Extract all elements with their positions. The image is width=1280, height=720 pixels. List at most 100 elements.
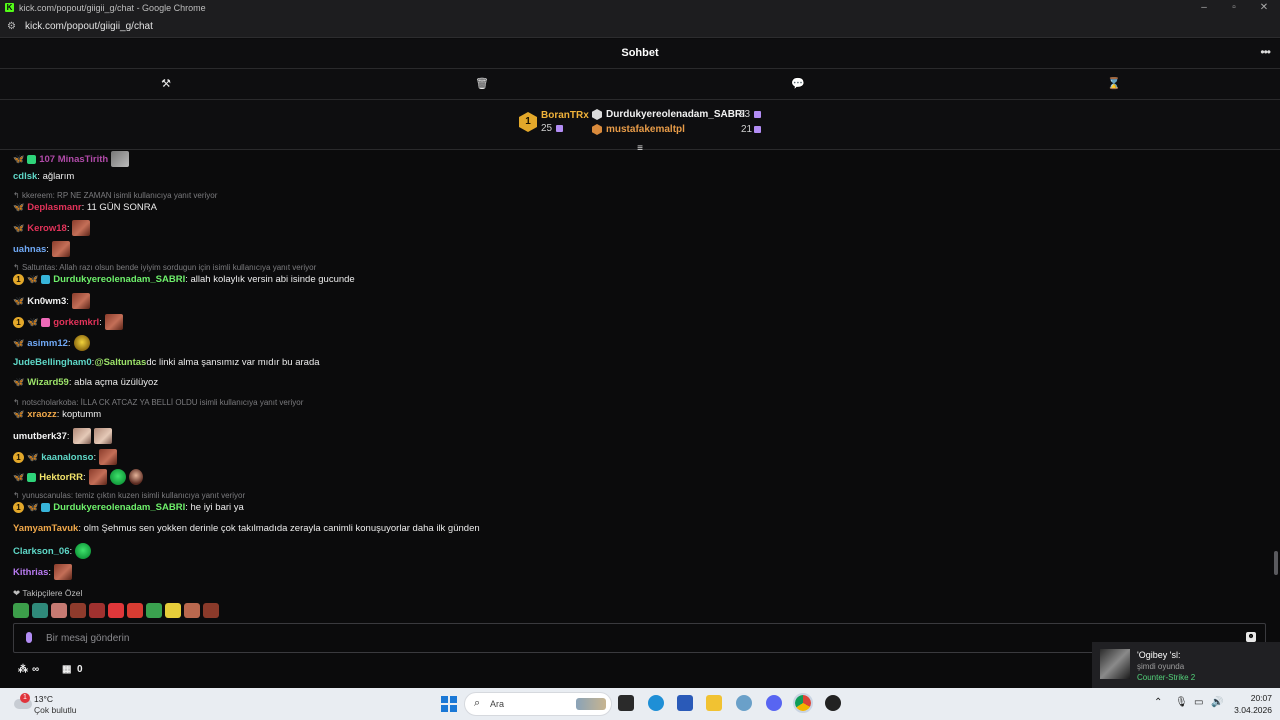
kick-logo-icon: K [5,3,14,12]
chat-message: 1 🦋 gorkemkrl : [13,314,123,330]
chat-username[interactable]: Kn0wm3 [27,296,66,307]
emote-icon[interactable] [89,603,105,618]
chat-username[interactable]: YamyamTavuk [13,523,78,534]
url-field[interactable]: kick.com/popout/giigii_g/chat [25,21,153,32]
chat-username[interactable]: Kerow18 [27,223,67,234]
chat-message: 🦋 HektorRR : [13,469,143,485]
close-window-button[interactable]: ✕ [1252,2,1276,13]
hammer-icon[interactable]: ⚒ [158,77,174,90]
chat-username[interactable]: Durdukyereolenadam_SABRI [53,274,185,285]
chat-text: : [93,451,97,463]
message-input[interactable] [46,630,1226,646]
chat-text: : ağlarım [37,171,75,182]
reply-context[interactable]: ↰ notscholarkoba: İLLA CK ATCAZ YA BELLİ… [13,398,303,407]
store-app-icon[interactable] [677,695,693,711]
weather-icon[interactable]: 1 [14,693,36,713]
emote-icon[interactable] [165,603,181,618]
chat-username[interactable]: uahnas [13,244,46,255]
rank-3-badge-icon [592,124,602,135]
chat-username[interactable]: JudeBellingham0 [13,357,92,368]
chat-username[interactable]: 107 MinasTirith [39,154,108,165]
chat-bottom-bar: ⁂ ∞ ▦ 0 [0,656,1090,684]
emote-icon[interactable] [51,603,67,618]
reply-arrow-icon: ↰ [13,491,22,500]
mention-link[interactable]: @Saltuntas [94,357,146,368]
chat-message: Clarkson_06 : [13,543,92,559]
chat-message: 🦋 Kerow18 : [13,220,91,236]
emote-icon[interactable] [13,603,29,618]
chat-message: 🦋 107 MinasTirith [13,151,130,167]
site-settings-icon[interactable]: ⚙ [7,21,16,32]
chat-username[interactable]: Clarkson_06 [13,546,70,557]
discord-icon[interactable] [766,695,782,711]
rank-badge-icon: 1 [13,451,24,463]
chat-username[interactable]: HektorRR [39,472,83,483]
search-label: Ara [490,699,505,709]
chat-username[interactable]: xraozz [27,409,57,420]
reply-context[interactable]: ↰ kkereem: RP NE ZAMAN isimli kullanıcıy… [13,191,217,200]
store-icon[interactable]: ▦ [62,664,71,675]
microphone-tray-icon[interactable]: 🎙 [1175,697,1188,708]
network-icon[interactable]: ▭ [1194,697,1203,708]
obs-icon[interactable] [825,695,841,711]
settings-gear-icon[interactable] [736,695,752,711]
emote-icon[interactable] [184,603,200,618]
emote-icon[interactable] [146,603,162,618]
chat-message: 1 🦋 kaanalonso : [13,449,118,465]
chat-username[interactable]: asimm12 [27,338,68,349]
reply-context[interactable]: ↰ Saltuntas: Allah razı olsun bende iyiy… [13,263,316,272]
trash-icon[interactable]: 🗑 [474,77,490,90]
more-options-icon[interactable]: ••• [1260,45,1271,59]
butterfly-badge-icon: 🦋 [13,153,25,164]
chat-scrollbar[interactable] [1274,551,1278,575]
emote-icon[interactable] [203,603,219,618]
emote-icon [51,241,70,257]
chat-text: : [66,430,70,442]
emote-icon[interactable] [127,603,143,618]
game-activity-toast[interactable]: 'Ogibey 'sl: şimdi oyunda Counter-Strike… [1092,642,1280,688]
weather-condition: Çok bulutlu [34,705,77,715]
emote-icon [128,469,143,485]
rank-badge-icon: 1 [13,316,24,328]
reply-context[interactable]: ↰ yunuscanulas: temiz çıktın kuzen isiml… [13,491,245,500]
leader-second-name[interactable]: Durdukyereolenadam_SABRI [606,109,745,120]
volume-icon[interactable]: 🔊 [1211,697,1223,708]
chat-username[interactable]: Deplasmanr [27,202,81,213]
chat-username[interactable]: umutberk37 [13,431,67,442]
chat-username[interactable]: Durdukyereolenadam_SABRI [53,502,185,513]
chat-username[interactable]: cdlsk [13,171,37,182]
edge-browser-icon[interactable] [648,695,664,711]
reply-text: kkereem: RP NE ZAMAN isimli kullanıcıya … [21,191,218,200]
chat-text: : [48,566,52,578]
chrome-icon[interactable] [793,693,813,713]
chat-message-list[interactable]: 🦋 107 MinasTirith cdlsk : ağlarım ↰ kker… [0,151,1280,620]
chat-username[interactable]: Kithrias [13,567,48,578]
file-explorer-icon[interactable] [706,695,722,711]
emote-icon[interactable] [108,603,124,618]
chevron-up-icon[interactable]: ⌃ [1154,697,1162,708]
chat-text: : he iyi bari ya [185,502,244,513]
taskbar-date[interactable]: 3.04.2026 [1226,705,1272,715]
butterfly-badge-icon: 🦋 [27,451,39,462]
chat-username[interactable]: gorkemkrl [53,317,99,328]
minimize-button[interactable]: – [1192,2,1216,13]
followers-emote-tray [13,603,219,618]
channel-points-icon[interactable]: ⁂ [18,664,28,675]
chat-username[interactable]: kaanalonso [41,452,93,463]
chat-message: 1 🦋 Durdukyereolenadam_SABRI : he iyi ba… [13,502,244,513]
chat-bubble-icon[interactable]: 💬 [790,77,806,90]
emote-icon[interactable] [32,603,48,618]
leader-third-name[interactable]: mustafakemaltpl [606,124,685,135]
chat-text: : [66,222,70,234]
emote-icon[interactable] [70,603,86,618]
windows-start-icon[interactable] [441,696,457,712]
chat-username[interactable]: Wizard59 [27,377,69,388]
emoji-picker-icon[interactable]: ☻ [1246,632,1256,642]
hourglass-icon[interactable]: ⌛ [1106,77,1122,90]
leader-first-name[interactable]: BoranTRx [541,110,589,121]
taskbar-search[interactable]: ⌕ Ara [464,692,612,716]
maximize-button[interactable]: ▫ [1222,2,1246,13]
microphone-icon[interactable] [26,632,32,643]
task-view-icon[interactable] [618,695,634,711]
taskbar-time[interactable]: 20:07 [1232,693,1272,703]
